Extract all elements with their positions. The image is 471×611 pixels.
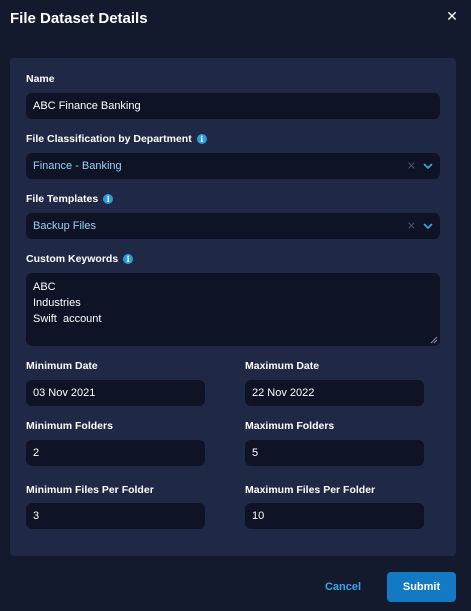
form-panel: Name ABC Finance Banking File Classifica… <box>10 58 456 556</box>
min-files-value: 3 <box>33 510 40 522</box>
templates-label-text: File Templates <box>26 193 99 205</box>
submit-button[interactable]: Submit <box>387 572 456 602</box>
keyword-line: ABC <box>33 281 56 293</box>
min-files-label-text: Minimum Files Per Folder <box>26 484 154 496</box>
chevron-down-icon[interactable] <box>423 221 433 231</box>
resize-handle-icon[interactable] <box>430 336 438 344</box>
classification-label: File Classification by Department i <box>26 133 207 145</box>
templates-select[interactable]: Backup Files ✕ <box>26 213 440 239</box>
max-folders-label-text: Maximum Folders <box>245 420 335 432</box>
keywords-label-text: Custom Keywords <box>26 253 119 265</box>
min-date-label: Minimum Date <box>26 360 98 372</box>
max-date-label: Maximum Date <box>245 360 319 372</box>
classification-label-text: File Classification by Department <box>26 133 192 145</box>
name-input[interactable]: ABC Finance Banking <box>26 93 440 119</box>
name-input-value: ABC Finance Banking <box>33 100 141 112</box>
max-date-value: 22 Nov 2022 <box>252 387 315 399</box>
min-folders-input[interactable]: 2 <box>26 440 205 466</box>
keywords-textarea[interactable]: ABC Industries Swift account <box>26 273 440 346</box>
max-folders-value: 5 <box>252 447 259 459</box>
min-files-label: Minimum Files Per Folder <box>26 484 154 496</box>
dialog-title: File Dataset Details <box>10 10 148 27</box>
cancel-button[interactable]: Cancel <box>315 572 371 602</box>
clear-x-icon[interactable]: ✕ <box>407 160 416 173</box>
min-date-label-text: Minimum Date <box>26 360 98 372</box>
chevron-down-icon[interactable] <box>423 161 433 171</box>
classification-select-value: Finance - Banking <box>33 160 122 172</box>
min-folders-label-text: Minimum Folders <box>26 420 113 432</box>
info-icon[interactable]: i <box>196 134 207 144</box>
max-files-input[interactable]: 10 <box>245 503 424 529</box>
max-files-value: 10 <box>252 510 265 522</box>
min-files-input[interactable]: 3 <box>26 503 205 529</box>
info-icon[interactable]: i <box>103 194 114 204</box>
keyword-line: Industries <box>33 297 81 309</box>
min-folders-value: 2 <box>33 447 40 459</box>
max-date-label-text: Maximum Date <box>245 360 320 372</box>
info-icon[interactable]: i <box>123 254 134 264</box>
max-files-label-text: Maximum Files Per Folder <box>245 484 376 496</box>
max-folders-label: Maximum Folders <box>245 420 334 432</box>
min-date-input[interactable]: 03 Nov 2021 <box>26 380 205 406</box>
keyword-line: Swift account <box>33 313 102 325</box>
max-folders-input[interactable]: 5 <box>245 440 424 466</box>
templates-label: File Templates i <box>26 193 114 205</box>
name-label: Name <box>26 73 55 85</box>
name-label-text: Name <box>26 73 55 85</box>
templates-select-value: Backup Files <box>33 220 96 232</box>
classification-select[interactable]: Finance - Banking ✕ <box>26 153 440 179</box>
close-icon[interactable]: ✕ <box>445 9 459 23</box>
keywords-label: Custom Keywords i <box>26 253 134 265</box>
min-folders-label: Minimum Folders <box>26 420 113 432</box>
min-date-value: 03 Nov 2021 <box>33 387 96 399</box>
clear-x-icon[interactable]: ✕ <box>407 220 416 233</box>
max-files-label: Maximum Files Per Folder <box>245 484 375 496</box>
max-date-input[interactable]: 22 Nov 2022 <box>245 380 424 406</box>
